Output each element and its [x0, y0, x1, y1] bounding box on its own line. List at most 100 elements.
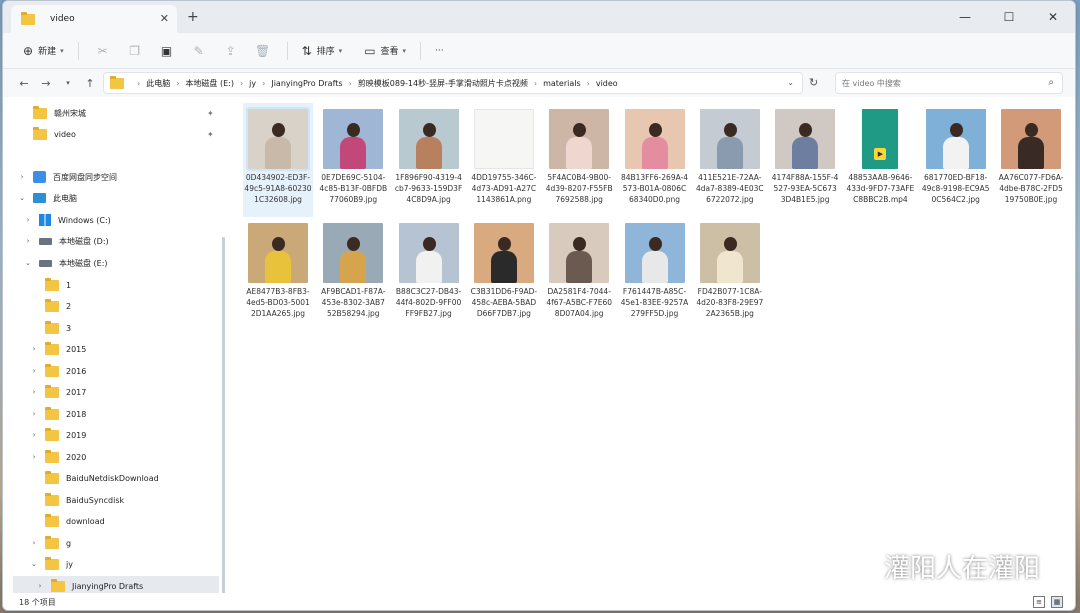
sidebar-scrollbar[interactable] — [222, 237, 225, 593]
maximize-button[interactable]: ☐ — [987, 1, 1031, 33]
rename-icon[interactable]: ✎ — [183, 39, 215, 63]
view-button[interactable]: ▭ 查看 ▾ — [358, 39, 412, 63]
chevron-right-icon[interactable]: › — [23, 237, 33, 245]
breadcrumb-materials[interactable]: materials — [543, 79, 581, 88]
image-thumbnail — [473, 223, 534, 283]
photo-subject — [490, 251, 517, 283]
breadcrumb-video[interactable]: video — [596, 79, 618, 88]
chevron-down-icon[interactable]: ⌄ — [17, 194, 27, 202]
share-icon[interactable]: ⇪ — [215, 39, 247, 63]
sort-button[interactable]: ⇅ 排序 ▾ — [296, 39, 349, 63]
sidebar-item-folder[interactable]: › 2016 — [29, 361, 86, 381]
delete-icon[interactable]: 🗑 — [247, 39, 279, 63]
file-name: AE8477B3-8FB3-4ed5-BD03-50012D1AA265.jpg — [246, 287, 310, 318]
more-options-button[interactable]: ··· — [429, 39, 450, 63]
file-tile[interactable]: 0E7DE69C-5104-4c85-B13F-0BFDB77060B9.jpg — [318, 103, 388, 217]
chevron-down-icon[interactable]: ⌄ — [29, 560, 39, 568]
refresh-icon[interactable]: ↻ — [809, 76, 818, 89]
sidebar-item-folder[interactable]: ⌄ jy — [29, 554, 73, 574]
chevron-right-icon[interactable]: › — [23, 216, 33, 224]
file-tile[interactable]: AF9BCAD1-F87A-453e-8302-3AB752B58294.jpg — [318, 217, 388, 331]
sidebar-item-drive-e[interactable]: ⌄ 本地磁盘 (E:) — [23, 253, 107, 273]
breadcrumb-jianyingpro-drafts[interactable]: JianyingPro Drafts — [271, 79, 342, 88]
up-arrow-icon[interactable]: ↑ — [79, 77, 101, 90]
address-bar[interactable]: › 此电脑 › 本地磁盘 (E:) › jy › JianyingPro Dra… — [103, 72, 803, 94]
chevron-right-icon[interactable]: › — [29, 431, 39, 439]
breadcrumb-template-folder[interactable]: 剪映模板089-14秒-竖屏-手掌滑动照片卡点视频 — [358, 78, 528, 89]
breadcrumb-this-pc[interactable]: 此电脑 — [146, 78, 170, 89]
file-name: F761447B-A85C-45e1-83EE-9257A279FF5D.jpg — [620, 287, 689, 318]
breadcrumb-jy[interactable]: jy — [249, 79, 256, 88]
search-input[interactable]: 在 video 中搜索 ⌕ — [835, 72, 1063, 94]
chevron-right-icon[interactable]: › — [29, 388, 39, 396]
sidebar-item-ganzhou[interactable]: 赣州宋城 ✦ — [17, 103, 223, 123]
chevron-right-icon[interactable]: › — [29, 539, 39, 547]
sidebar-item-folder[interactable]: › 2015 — [29, 339, 86, 359]
file-tile[interactable]: B88C3C27-DB43-44f4-802D-9FF00FF9FB27.jpg — [394, 217, 464, 331]
paste-icon[interactable]: ▣ — [151, 39, 183, 63]
file-tile[interactable]: FD42B077-1C8A-4d20-83F8-29E972A2365B.jpg — [695, 217, 765, 331]
sidebar-item-folder[interactable]: download — [29, 511, 105, 531]
cut-icon[interactable]: ✂ — [87, 39, 119, 63]
photo-subject-head — [799, 123, 813, 137]
sidebar-item-folder[interactable]: › JianyingPro Drafts — [13, 576, 219, 593]
minimize-button[interactable]: — — [943, 1, 987, 33]
image-thumbnail — [323, 109, 384, 169]
file-tile[interactable]: 411E521E-72AA-4da7-8389-4E03C6722072.jpg — [695, 103, 765, 217]
tab-video[interactable]: video ✕ — [11, 5, 177, 33]
new-label: 新建 — [38, 47, 57, 57]
chevron-right-icon[interactable]: › — [29, 410, 39, 418]
photo-subject-head — [422, 237, 436, 251]
copy-icon[interactable]: ❐ — [119, 39, 151, 63]
file-tile[interactable]: AE8477B3-8FB3-4ed5-BD03-50012D1AA265.jpg — [243, 217, 313, 331]
chevron-down-icon[interactable]: ⌄ — [23, 259, 33, 267]
recent-dropdown-icon[interactable]: ▾ — [57, 79, 79, 87]
new-button[interactable]: ⊕ 新建 ▾ — [17, 39, 70, 63]
photo-subject — [415, 251, 442, 283]
file-tile[interactable]: C3B31DD6-F9AD-458c-AEBA-5BADD66F7DB7.jpg — [469, 217, 539, 331]
sidebar-item-baidu-sync[interactable]: › 百度网盘同步空间 — [17, 167, 117, 187]
new-tab-button[interactable]: + — [187, 9, 199, 25]
chevron-right-icon[interactable]: › — [29, 453, 39, 461]
file-tile[interactable]: AA76C077-FD6A-4dbe-B78C-2FD519750B0E.jpg — [996, 103, 1066, 217]
sidebar-item-folder[interactable]: BaiduSyncdisk — [29, 490, 124, 510]
file-tile[interactable]: 84B13FF6-269A-4573-B01A-0806C68340D0.png — [620, 103, 690, 217]
file-tile[interactable]: 1F896F90-4319-4cb7-9633-159D3F4C8D9A.jpg — [394, 103, 464, 217]
file-tile[interactable]: DA2581F4-7044-4f67-A5BC-F7E608D07A04.jpg — [544, 217, 614, 331]
chevron-right-icon[interactable]: › — [29, 345, 39, 353]
file-tile[interactable]: 4DD19755-346C-4d73-AD91-A27C1143861A.png — [469, 103, 539, 217]
forward-arrow-icon[interactable]: → — [35, 77, 57, 90]
chevron-right-icon[interactable]: › — [35, 582, 45, 590]
close-tab-icon[interactable]: ✕ — [160, 12, 169, 25]
sidebar-item-folder[interactable]: › 2018 — [29, 404, 86, 424]
sidebar-item-this-pc[interactable]: ⌄ 此电脑 — [17, 188, 77, 208]
sidebar-item-folder[interactable]: › g — [29, 533, 71, 553]
status-bar: 18 个项目 ≡ ▦ — [3, 593, 1075, 610]
file-tile[interactable]: 681770ED-BF18-49c8-9198-EC9A50C564C2.jpg — [921, 103, 991, 217]
sidebar-item-folder[interactable]: › 2020 — [29, 447, 86, 467]
file-tile[interactable]: 4174F88A-155F-4527-93EA-5C6733D4B1E5.jpg — [770, 103, 840, 217]
sidebar-item-folder[interactable]: BaiduNetdiskDownload — [29, 468, 159, 488]
breadcrumb-drive-e[interactable]: 本地磁盘 (E:) — [185, 78, 234, 89]
close-button[interactable]: ✕ — [1031, 1, 1075, 33]
details-view-icon[interactable]: ≡ — [1033, 596, 1045, 608]
sidebar-item-folder[interactable]: › 2017 — [29, 382, 86, 402]
sidebar-item-folder[interactable]: 3 — [29, 318, 71, 338]
sidebar-item-folder[interactable]: › 2019 — [29, 425, 86, 445]
chevron-right-icon[interactable]: › — [29, 367, 39, 375]
image-thumbnail — [473, 109, 534, 169]
file-tile[interactable]: 0D434902-ED3F-49c5-91A8-602301C32608.jpg — [243, 103, 313, 217]
file-tile[interactable]: 5F4AC0B4-9B00-4d39-8207-F55FB7692588.jpg — [544, 103, 614, 217]
file-tile[interactable]: ▶ 48853AAB-9646-433d-9FD7-73AFEC8BBC2B.mp… — [845, 103, 915, 217]
back-arrow-icon[interactable]: ← — [13, 77, 35, 90]
chevron-right-icon[interactable]: › — [17, 173, 27, 181]
file-tile[interactable]: F761447B-A85C-45e1-83EE-9257A279FF5D.jpg — [620, 217, 690, 331]
sidebar-item-label: 1 — [66, 280, 72, 290]
sidebar-item-drive-c[interactable]: › Windows (C:) — [23, 210, 111, 230]
sidebar-item-folder[interactable]: 2 — [29, 296, 71, 316]
large-icons-view-icon[interactable]: ▦ — [1051, 596, 1063, 608]
address-dropdown-icon[interactable]: ⌄ — [787, 78, 794, 87]
sidebar-item-folder[interactable]: 1 — [29, 275, 71, 295]
sidebar-item-drive-d[interactable]: › 本地磁盘 (D:) — [23, 231, 109, 251]
sidebar-item-video-quick[interactable]: video ✦ — [17, 124, 223, 144]
